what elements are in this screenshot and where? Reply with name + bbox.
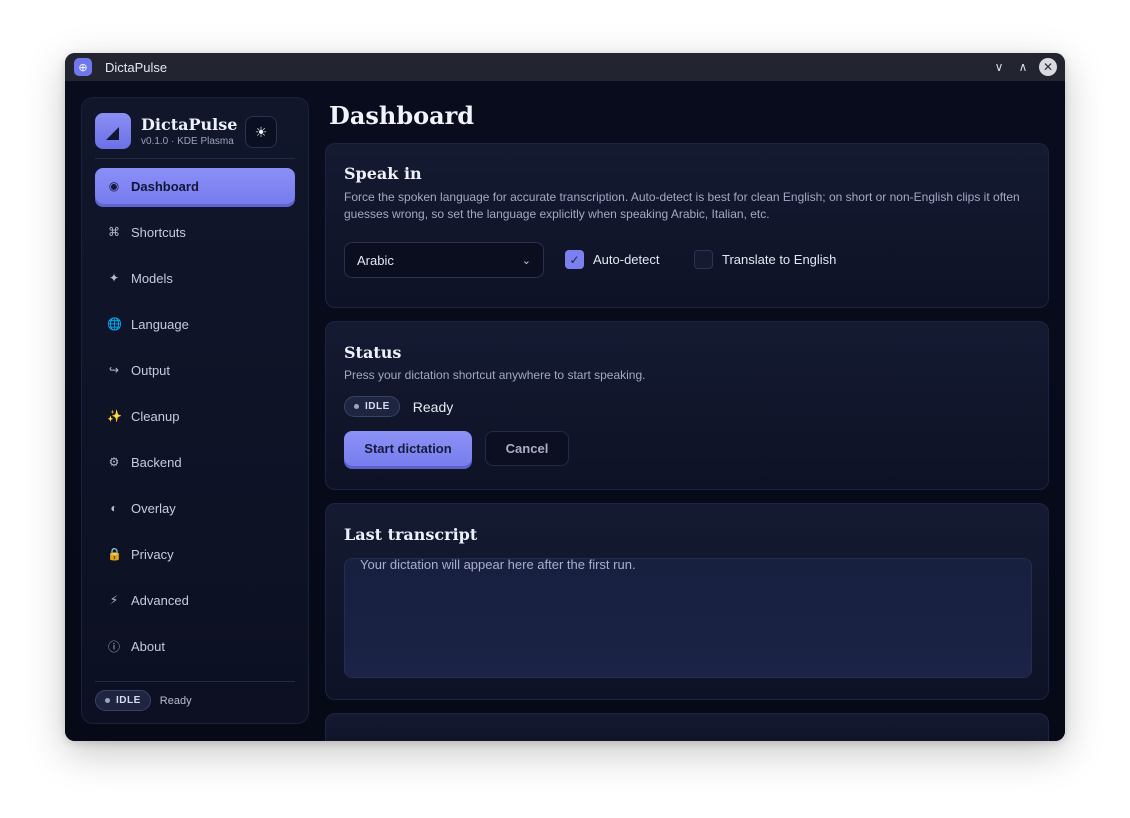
checkbox-empty-icon bbox=[694, 250, 713, 269]
sidebar-item-label: About bbox=[131, 638, 165, 654]
sidebar-item-output[interactable]: ↪ Output bbox=[95, 352, 295, 388]
sidebar-item-privacy[interactable]: 🔒 Privacy bbox=[95, 536, 295, 572]
last-transcript-title: Last transcript bbox=[344, 525, 478, 544]
sidebar-item-label: Backend bbox=[131, 454, 182, 470]
brand-name: DictaPulse bbox=[141, 115, 238, 134]
window-title: DictaPulse bbox=[105, 59, 168, 75]
sidebar-item-backend[interactable]: ⚙ Backend bbox=[95, 444, 295, 480]
sidebar-item-models[interactable]: ✦ Models bbox=[95, 260, 295, 296]
brand: DictaPulse v0.1.0 · KDE Plasma bbox=[95, 113, 237, 149]
speak-in-card: Speak in Force the spoken language for a… bbox=[325, 143, 1049, 308]
info-icon: ⓘ bbox=[107, 639, 120, 654]
chevron-down-icon: ∨ bbox=[994, 60, 1004, 74]
speak-in-title: Speak in bbox=[344, 164, 422, 183]
cancel-button[interactable]: Cancel bbox=[485, 431, 569, 466]
globe-icon: 🌐 bbox=[107, 317, 122, 331]
sidebar-item-label: Advanced bbox=[131, 592, 189, 608]
status-row: IDLE Ready bbox=[344, 396, 453, 417]
sidebar-item-label: Shortcuts bbox=[131, 224, 186, 240]
transcript-area[interactable]: Your dictation will appear here after th… bbox=[344, 557, 1032, 678]
auto-detect-checkbox[interactable]: ✓ Auto-detect bbox=[565, 250, 660, 269]
app-window: ⊕ DictaPulse ∨ ∧ ✕ DictaPulse v0.1.0 · K… bbox=[65, 53, 1065, 741]
status-dot-icon bbox=[354, 404, 359, 409]
sidebar-divider bbox=[95, 158, 295, 159]
sidebar-item-about[interactable]: ⓘ About bbox=[95, 628, 295, 664]
sun-icon: ☀ bbox=[254, 123, 268, 140]
auto-detect-label: Auto-detect bbox=[593, 252, 660, 267]
brand-version: v0.1.0 · KDE Plasma bbox=[141, 136, 234, 147]
transcript-placeholder: Your dictation will appear here after th… bbox=[360, 557, 636, 572]
dashboard-icon: ◉ bbox=[108, 179, 120, 193]
page-title: Dashboard bbox=[329, 101, 475, 130]
sparkle-icon: ✦ bbox=[108, 271, 120, 285]
sidebar-divider bbox=[95, 681, 295, 682]
translate-checkbox[interactable]: Translate to English bbox=[694, 250, 836, 269]
sidebar-item-label: Language bbox=[131, 316, 189, 332]
sidebar-nav: ◉ Dashboard ⌘ Shortcuts ✦ Models 🌐 Language ↪ Out… bbox=[95, 168, 295, 674]
app-icon: ⊕ bbox=[74, 58, 92, 76]
next-card bbox=[325, 713, 1049, 741]
sidebar-status: IDLE Ready bbox=[95, 690, 192, 711]
sidebar-item-label: Privacy bbox=[131, 546, 174, 562]
sidebar-item-advanced[interactable]: ⚡ Advanced bbox=[95, 582, 295, 618]
chevron-down-icon: ⌄ bbox=[521, 254, 531, 267]
lightning-icon: ⚡ bbox=[109, 593, 119, 607]
checkmark-icon: ✓ bbox=[565, 250, 584, 269]
sidebar-item-label: Dashboard bbox=[131, 178, 199, 194]
minimize-button[interactable]: ∨ bbox=[991, 59, 1007, 75]
half-circle-icon: ◐ bbox=[110, 501, 118, 515]
close-icon: ✕ bbox=[1042, 60, 1054, 74]
status-description: Press your dictation shortcut anywhere t… bbox=[344, 368, 646, 382]
status-title: Status bbox=[344, 343, 402, 362]
status-card: Status Press your dictation shortcut any… bbox=[325, 321, 1049, 490]
translate-label: Translate to English bbox=[722, 252, 837, 267]
language-select[interactable]: Arabic ⌄ bbox=[344, 242, 544, 278]
sparkles-icon: ✨ bbox=[107, 409, 122, 423]
sidebar-item-label: Output bbox=[131, 362, 171, 378]
output-arrow-icon: ↪ bbox=[108, 363, 120, 377]
sidebar-item-language[interactable]: 🌐 Language bbox=[95, 306, 295, 342]
status-text: Ready bbox=[412, 398, 454, 415]
main-content: Dashboard Speak in Force the spoken lang… bbox=[325, 81, 1065, 741]
sidebar-item-label: Cleanup bbox=[131, 408, 180, 424]
status-dot-icon bbox=[105, 698, 110, 703]
chevron-up-icon: ∧ bbox=[1018, 60, 1028, 74]
gear-icon: ⚙ bbox=[108, 455, 120, 469]
language-select-value: Arabic bbox=[357, 252, 394, 268]
theme-toggle-button[interactable]: ☀ bbox=[245, 116, 277, 148]
sidebar-item-dashboard[interactable]: ◉ Dashboard bbox=[95, 168, 295, 204]
last-transcript-card: Last transcript Your dictation will appe… bbox=[325, 503, 1049, 700]
sidebar-item-label: Overlay bbox=[131, 500, 176, 516]
status-badge: IDLE bbox=[95, 690, 151, 711]
maximize-button[interactable]: ∧ bbox=[1015, 59, 1031, 75]
sidebar-item-label: Models bbox=[131, 270, 173, 286]
sidebar-item-overlay[interactable]: ◐ Overlay bbox=[95, 490, 295, 526]
sidebar: DictaPulse v0.1.0 · KDE Plasma ☀ ◉ Dashbo… bbox=[81, 97, 309, 724]
title-bar[interactable]: ⊕ DictaPulse ∨ ∧ ✕ bbox=[65, 53, 1065, 81]
sidebar-item-cleanup[interactable]: ✨ Cleanup bbox=[95, 398, 295, 434]
start-dictation-button[interactable]: Start dictation bbox=[344, 431, 472, 466]
command-icon: ⌘ bbox=[108, 225, 120, 239]
status-badge: IDLE bbox=[344, 396, 400, 417]
close-button[interactable]: ✕ bbox=[1039, 58, 1057, 76]
lock-icon: 🔒 bbox=[107, 547, 122, 561]
brand-logo bbox=[95, 113, 131, 149]
sidebar-item-shortcuts[interactable]: ⌘ Shortcuts bbox=[95, 214, 295, 250]
speak-in-description: Force the spoken language for accurate t… bbox=[344, 190, 1020, 221]
status-text: Ready bbox=[159, 694, 192, 707]
